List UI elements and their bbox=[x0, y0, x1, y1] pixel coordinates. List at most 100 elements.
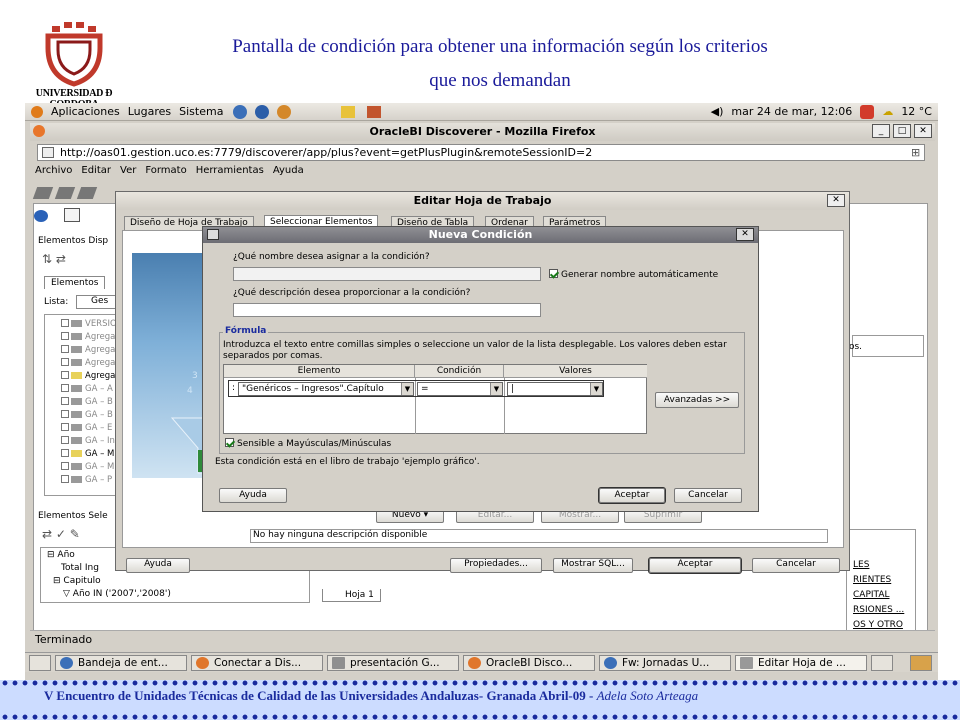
layout-icon[interactable] bbox=[64, 208, 80, 222]
right-label[interactable]: RIENTES bbox=[853, 575, 891, 585]
workspace-switcher[interactable] bbox=[871, 654, 893, 671]
tree-item[interactable]: Agrega bbox=[61, 371, 115, 381]
task-bandeja[interactable]: Bandeja de ent... bbox=[55, 654, 187, 671]
url-bar[interactable]: http://oas01.gestion.uco.es:7779/discove… bbox=[37, 144, 925, 161]
tree-item[interactable]: Agrega bbox=[61, 345, 115, 355]
condicion-ayuda-button[interactable]: Ayuda bbox=[219, 488, 287, 503]
slide-footer: V Encuentro de Unidades Técnicas de Cali… bbox=[0, 680, 960, 720]
generar-nombre-checkbox[interactable]: Generar nombre automáticamente bbox=[549, 269, 718, 280]
menu-editar[interactable]: Editar bbox=[81, 165, 111, 176]
right-label[interactable]: OS Y OTRO bbox=[853, 620, 903, 630]
selected-item-capitulo[interactable]: ⊟ Capitulo bbox=[53, 576, 101, 586]
selected-item-anio[interactable]: ⊟ Año bbox=[47, 550, 75, 560]
nombre-input[interactable] bbox=[233, 267, 541, 281]
toolbar-icon[interactable] bbox=[76, 187, 98, 199]
menu-formato[interactable]: Formato bbox=[145, 165, 186, 176]
descripcion-input[interactable] bbox=[233, 303, 541, 317]
selected-tools-icons[interactable]: ⇄ ✓ ✎ bbox=[42, 527, 80, 541]
tree-item[interactable]: VERSIO bbox=[61, 319, 117, 329]
tree-item[interactable]: Agrega bbox=[61, 358, 115, 368]
dotted-border bbox=[0, 714, 960, 720]
toolbar-icon[interactable] bbox=[32, 187, 54, 199]
mail-launcher-icon[interactable] bbox=[277, 104, 292, 119]
notes-launcher-icon[interactable] bbox=[341, 105, 356, 118]
editar-hoja-title: Editar Hoja de Trabajo bbox=[116, 192, 849, 210]
right-label[interactable]: CAPITAL bbox=[853, 590, 890, 600]
condicion-combo[interactable]: = ▼ bbox=[417, 382, 503, 396]
right-label[interactable]: LES bbox=[853, 560, 869, 570]
avanzadas-button[interactable]: Avanzadas >> bbox=[655, 392, 739, 408]
shutdown-icon[interactable] bbox=[860, 104, 875, 119]
tree-item[interactable]: GA – B bbox=[61, 397, 113, 407]
close-button[interactable]: ✕ bbox=[914, 124, 932, 138]
elementos-sel-label: Elementos Sele bbox=[38, 511, 108, 521]
trash-icon[interactable] bbox=[910, 654, 932, 671]
formula-help: Introduzca el texto entre comillas simpl… bbox=[223, 340, 727, 361]
help-launcher-icon[interactable] bbox=[255, 104, 270, 119]
menu-aplicaciones[interactable]: Aplicaciones bbox=[51, 105, 120, 118]
nueva-condicion-title: Nueva Condición ✕ bbox=[203, 227, 758, 243]
nueva-condicion-dialog: Nueva Condición ✕ ¿Qué nombre desea asig… bbox=[202, 226, 759, 512]
editar-aceptar-button[interactable]: Aceptar bbox=[648, 557, 742, 574]
editar-ayuda-button[interactable]: Ayuda bbox=[126, 558, 190, 573]
editar-close-button[interactable]: ✕ bbox=[827, 194, 845, 207]
editar-cancelar-button[interactable]: Cancelar bbox=[752, 558, 840, 573]
menu-ayuda[interactable]: Ayuda bbox=[273, 165, 304, 176]
tree-item[interactable]: GA – M bbox=[61, 449, 114, 459]
right-label[interactable]: RSIONES ... bbox=[853, 605, 904, 615]
panel-temperature: 12 °C bbox=[901, 105, 932, 118]
tree-item[interactable]: GA – M bbox=[61, 462, 114, 472]
elemento-combo[interactable]: "Genéricos – Ingresos".Capítulo ▼ bbox=[238, 382, 414, 396]
chevron-down-icon: ▼ bbox=[590, 383, 602, 395]
condicion-close-button[interactable]: ✕ bbox=[736, 228, 754, 241]
volume-icon[interactable]: ◀) bbox=[711, 105, 724, 118]
menu-herramientas[interactable]: Herramientas bbox=[196, 165, 264, 176]
url-dropdown-icon[interactable]: ⊞ bbox=[911, 146, 920, 159]
gnome-foot-icon[interactable] bbox=[31, 105, 43, 118]
chevron-down-icon: ▼ bbox=[401, 383, 413, 395]
svg-text:4: 4 bbox=[187, 386, 193, 396]
tree-item[interactable]: GA – In bbox=[61, 436, 115, 446]
menu-lugares[interactable]: Lugares bbox=[128, 105, 171, 118]
task-presentacion[interactable]: presentación G... bbox=[327, 654, 459, 671]
task-fw-jornadas[interactable]: Fw: Jornadas U... bbox=[599, 654, 731, 671]
task-editar-hoja[interactable]: Editar Hoja de ... bbox=[735, 654, 867, 671]
nombre-question: ¿Qué nombre desea asignar a la condición… bbox=[233, 252, 430, 262]
tab-elementos[interactable]: Elementos bbox=[44, 276, 106, 289]
mostrar-sql-button[interactable]: Mostrar SQL... bbox=[553, 558, 633, 573]
tree-item[interactable]: GA – B bbox=[61, 410, 113, 420]
panel-clock[interactable]: mar 24 de mar, 12:06 bbox=[731, 105, 852, 118]
maximize-button[interactable]: □ bbox=[893, 124, 911, 138]
selected-item-total[interactable]: Total Ing bbox=[61, 563, 99, 573]
toolbar-icon[interactable] bbox=[54, 187, 76, 199]
tree-item[interactable]: GA – P bbox=[61, 475, 112, 485]
selected-item-condition[interactable]: ▽ Año IN ('2007','2008') bbox=[63, 589, 171, 599]
tree-item[interactable]: GA – A bbox=[61, 384, 113, 394]
tree-item[interactable]: Agrega bbox=[61, 332, 115, 342]
task-conectar[interactable]: Conectar a Dis... bbox=[191, 654, 323, 671]
weather-icon: ☁ bbox=[882, 105, 894, 118]
task-oraclebi[interactable]: OracleBI Disco... bbox=[463, 654, 595, 671]
condicion-cancelar-button[interactable]: Cancelar bbox=[674, 488, 742, 503]
sheet-tab[interactable]: Hoja 1 bbox=[322, 589, 381, 602]
university-logo: UNIVERSIDAD Ð CORDOBA bbox=[18, 18, 130, 110]
minimize-button[interactable]: _ bbox=[872, 124, 890, 138]
tree-item[interactable]: GA – E bbox=[61, 423, 112, 433]
globe-icon[interactable] bbox=[34, 210, 48, 222]
sort-icons[interactable]: ⇅ ⇄ bbox=[42, 252, 66, 266]
show-desktop-button[interactable] bbox=[29, 654, 51, 671]
menu-archivo[interactable]: Archivo bbox=[35, 165, 72, 176]
elementos-disp-label: Elementos Disp bbox=[38, 236, 109, 246]
menu-sistema[interactable]: Sistema bbox=[179, 105, 223, 118]
slide-title-line2: que nos demandan bbox=[429, 70, 571, 91]
propiedades-button[interactable]: Propiedades... bbox=[450, 558, 542, 573]
valores-combo[interactable]: | ▼ bbox=[507, 382, 603, 396]
firefox-icon bbox=[33, 125, 45, 137]
formula-legend: Fórmula bbox=[223, 326, 269, 336]
search-launcher-icon[interactable] bbox=[367, 105, 382, 118]
sensible-checkbox[interactable]: Sensible a Mayúsculas/Minúsculas bbox=[225, 438, 391, 449]
condicion-aceptar-button[interactable]: Aceptar bbox=[598, 487, 666, 504]
firefox-launcher-icon[interactable] bbox=[233, 104, 248, 119]
menu-ver[interactable]: Ver bbox=[120, 165, 136, 176]
formula-grid: Elemento Condición Valores : "Genéricos … bbox=[223, 364, 647, 434]
